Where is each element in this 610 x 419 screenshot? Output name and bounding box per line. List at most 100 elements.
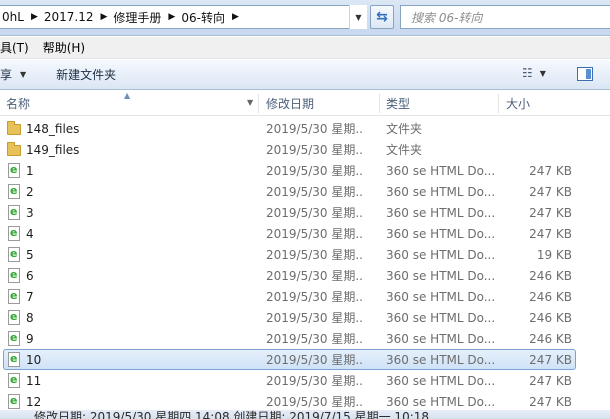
file-size: 247 KB bbox=[529, 163, 572, 178]
breadcrumb-item[interactable]: 修理手册 bbox=[111, 9, 164, 26]
html-document-icon bbox=[8, 394, 20, 409]
file-date: 2019/5/30 星期... bbox=[266, 374, 364, 388]
file-row[interactable]: 4 2019/5/30 星期... 360 se HTML Do... 247 KB bbox=[0, 223, 610, 244]
preview-pane-icon[interactable] bbox=[577, 67, 593, 81]
file-icon-cell bbox=[6, 202, 22, 223]
html-document-icon bbox=[8, 373, 20, 388]
file-date: 2019/5/30 星期... bbox=[266, 185, 364, 199]
change-view-button[interactable]: ☷ ▼ bbox=[522, 66, 546, 80]
column-divider[interactable] bbox=[258, 94, 259, 113]
file-name: 1 bbox=[26, 163, 34, 178]
file-icon-cell bbox=[6, 160, 22, 181]
file-icon-cell bbox=[6, 265, 22, 286]
html-document-icon bbox=[8, 163, 20, 178]
new-folder-button[interactable]: 新建文件夹 bbox=[56, 66, 116, 83]
status-text: 修改日期: 2019/5/30 星期四 14:08 创建日期: 2019/7/1… bbox=[34, 410, 430, 419]
file-type: 360 se HTML Do... bbox=[386, 226, 496, 241]
file-size bbox=[500, 139, 572, 160]
breadcrumb-separator-icon[interactable]: ▶ bbox=[228, 12, 243, 22]
file-size: 246 KB bbox=[529, 310, 572, 325]
chevron-down-icon: ▼ bbox=[539, 68, 546, 78]
file-row[interactable]: 3 2019/5/30 星期... 360 se HTML Do... 247 KB bbox=[0, 202, 610, 223]
share-label: 享 bbox=[0, 68, 13, 82]
breadcrumb-separator-icon[interactable]: ▶ bbox=[27, 12, 42, 22]
file-name: 148_files bbox=[26, 121, 80, 136]
file-type: 360 se HTML Do... bbox=[386, 352, 496, 367]
file-size: 247 KB bbox=[529, 205, 572, 220]
breadcrumb-item[interactable]: 06-转向 bbox=[179, 9, 228, 26]
file-type: 文件夹 bbox=[386, 122, 423, 136]
breadcrumb-item[interactable]: 2017.12 bbox=[42, 10, 97, 24]
search-input[interactable]: 搜索 06-转向 bbox=[400, 5, 610, 29]
folder-icon bbox=[7, 142, 21, 156]
file-row[interactable]: 8 2019/5/30 星期... 360 se HTML Do... 246 KB bbox=[0, 307, 610, 328]
column-divider[interactable] bbox=[498, 94, 499, 113]
file-icon-cell bbox=[6, 181, 22, 202]
file-date: 2019/5/30 星期... bbox=[266, 122, 364, 136]
file-icon-cell bbox=[6, 307, 22, 328]
share-button[interactable]: 享 ▼ bbox=[0, 66, 26, 83]
chevron-down-icon: ▼ bbox=[20, 70, 27, 79]
file-type: 文件夹 bbox=[386, 143, 423, 157]
html-document-icon bbox=[8, 247, 20, 262]
file-size: 247 KB bbox=[529, 373, 572, 388]
file-date: 2019/5/30 星期... bbox=[266, 143, 364, 157]
file-date: 2019/5/30 星期... bbox=[266, 311, 364, 325]
column-type[interactable]: 类型 bbox=[380, 91, 498, 116]
file-row[interactable]: 5 2019/5/30 星期... 360 se HTML Do... 19 KB bbox=[0, 244, 610, 265]
file-icon-cell bbox=[6, 118, 22, 139]
menu-item-tools[interactable]: 具(T) bbox=[0, 39, 37, 56]
file-name: 12 bbox=[26, 394, 42, 409]
file-row[interactable]: 10 2019/5/30 星期... 360 se HTML Do... 247 KB bbox=[0, 349, 610, 370]
html-document-icon bbox=[8, 289, 20, 304]
file-type: 360 se HTML Do... bbox=[386, 373, 496, 388]
column-header: ▲ 名称 ▼ 修改日期 类型 大小 bbox=[0, 91, 610, 116]
file-date: 2019/5/30 星期... bbox=[266, 290, 364, 304]
file-date: 2019/5/30 星期... bbox=[266, 269, 364, 283]
column-size[interactable]: 大小 bbox=[500, 91, 580, 116]
file-icon-cell bbox=[6, 286, 22, 307]
file-row[interactable]: 12 2019/5/30 星期... 360 se HTML Do... 247 KB bbox=[0, 391, 610, 410]
file-name: 3 bbox=[26, 205, 34, 220]
file-icon-cell bbox=[6, 328, 22, 349]
file-type: 360 se HTML Do... bbox=[386, 184, 496, 199]
file-icon-cell bbox=[6, 244, 22, 265]
file-type: 360 se HTML Do... bbox=[386, 394, 496, 409]
file-row[interactable]: 6 2019/5/30 星期... 360 se HTML Do... 246 KB bbox=[0, 265, 610, 286]
file-size: 247 KB bbox=[529, 394, 572, 409]
menu-item-help[interactable]: 帮助(H) bbox=[43, 39, 93, 56]
file-size: 246 KB bbox=[529, 331, 572, 346]
file-name: 5 bbox=[26, 247, 34, 262]
html-document-icon bbox=[8, 226, 20, 241]
file-row[interactable]: 9 2019/5/30 星期... 360 se HTML Do... 246 KB bbox=[0, 328, 610, 349]
file-list[interactable]: 148_files 2019/5/30 星期... 文件夹 149_files 2019… bbox=[0, 118, 610, 410]
status-bar: 修改日期: 2019/5/30 星期四 14:08 创建日期: 2019/7/1… bbox=[0, 410, 610, 419]
address-bar[interactable]: 0hL ▶ 2017.12 ▶ 修理手册 ▶ 06-转向 ▶ bbox=[0, 5, 367, 29]
file-size bbox=[500, 118, 572, 139]
file-row[interactable]: 7 2019/5/30 星期... 360 se HTML Do... 246 KB bbox=[0, 286, 610, 307]
file-size: 247 KB bbox=[529, 226, 572, 241]
file-name: 10 bbox=[26, 352, 42, 367]
breadcrumb-item[interactable]: 0hL bbox=[0, 10, 27, 24]
refresh-button[interactable]: ⇆ bbox=[370, 5, 394, 29]
file-name: 4 bbox=[26, 226, 34, 241]
chevron-down-icon[interactable]: ▼ bbox=[247, 98, 253, 107]
file-row[interactable]: 1 2019/5/30 星期... 360 se HTML Do... 247 KB bbox=[0, 160, 610, 181]
file-row[interactable]: 2 2019/5/30 星期... 360 se HTML Do... 247 KB bbox=[0, 181, 610, 202]
file-type: 360 se HTML Do... bbox=[386, 163, 496, 178]
file-size: 247 KB bbox=[529, 184, 572, 199]
file-row[interactable]: 149_files 2019/5/30 星期... 文件夹 bbox=[0, 139, 610, 160]
file-icon-cell bbox=[6, 139, 22, 160]
file-row[interactable]: 148_files 2019/5/30 星期... 文件夹 bbox=[0, 118, 610, 139]
breadcrumb-separator-icon[interactable]: ▶ bbox=[164, 12, 179, 22]
file-row[interactable]: 11 2019/5/30 星期... 360 se HTML Do... 247 KB bbox=[0, 370, 610, 391]
column-name[interactable]: 名称 bbox=[0, 91, 258, 116]
html-document-icon bbox=[8, 352, 20, 367]
file-date: 2019/5/30 星期... bbox=[266, 248, 364, 262]
command-toolbar: 享 ▼ 新建文件夹 ☷ ▼ bbox=[0, 60, 610, 90]
file-name: 11 bbox=[26, 373, 42, 388]
breadcrumb-separator-icon[interactable]: ▶ bbox=[96, 12, 111, 22]
column-date[interactable]: 修改日期 bbox=[260, 91, 378, 116]
address-dropdown-icon[interactable]: ▼ bbox=[349, 5, 367, 29]
file-date: 2019/5/30 星期... bbox=[266, 164, 364, 178]
